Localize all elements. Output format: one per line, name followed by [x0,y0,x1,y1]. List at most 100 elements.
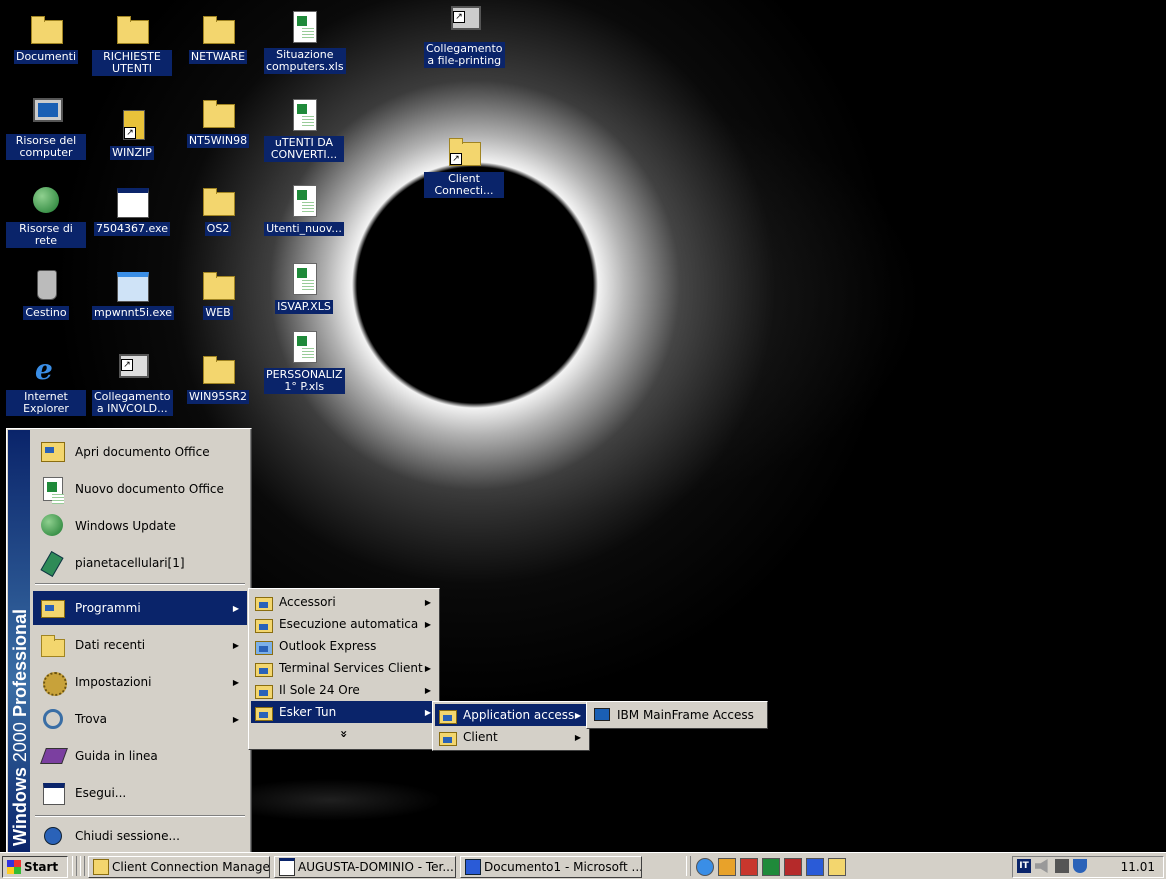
submenu-item-esecuzione-automatica[interactable]: Esecuzione automatica ▶ [251,613,437,635]
desktop-icon-perssonaliz[interactable]: PERSSONALIZ 1° P.xls [264,330,345,394]
submenu-item-client[interactable]: Client ▶ [435,726,587,748]
submenu-item-ibm-mainframe-access[interactable]: IBM MainFrame Access [589,704,765,726]
windows-update-icon [41,514,65,538]
recycle-bin-icon [37,270,57,300]
desktop-icon-collegamento-invcold[interactable]: Collegamento a INVCOLD... [92,352,173,416]
desktop-icon-cestino[interactable]: Cestino [6,268,86,320]
desktop-icon-documenti[interactable]: Documenti [6,12,86,64]
folder-icon [203,188,235,216]
language-indicator[interactable]: IT [1017,859,1031,873]
menu-item-windows-update[interactable]: Windows Update [33,509,247,543]
word-icon[interactable] [806,858,824,876]
network-shortcut-icon [119,354,149,378]
menu-item-chiudi-sessione[interactable]: Chiudi sessione... [33,819,247,853]
speaker-icon[interactable] [1035,859,1048,873]
submenu-arrow-icon: ▶ [424,685,431,695]
program-group-icon [439,729,457,746]
menu-separator [35,815,245,817]
desktop-icon-winzip[interactable]: WINZIP [92,108,172,160]
desktop-icon-win95sr2[interactable]: WIN95SR2 [178,352,258,404]
desktop-icon-internet-explorer[interactable]: e Internet Explorer [6,352,86,416]
internet-explorer-icon: e [35,353,53,386]
menu-item-pianetacellulari[interactable]: pianetacellulari[1] [33,546,247,580]
menu-item-programmi[interactable]: Programmi ▶ [33,591,247,625]
submenu-item-il-sole-24-ore[interactable]: Il Sole 24 Ore ▶ [251,679,437,701]
task-documento1[interactable]: Documento1 - Microsoft ... [460,856,642,878]
submenu-arrow-icon: ▶ [424,707,431,717]
submenu-arrow-icon: ▶ [424,663,431,673]
submenu-item-application-access[interactable]: Application access ▶ [435,704,587,726]
application-icon [117,188,149,218]
submenu-arrow-icon: ▶ [424,597,431,607]
powerpoint-icon[interactable] [740,858,758,876]
folder-icon [203,272,235,300]
quicklaunch-grip[interactable] [686,856,691,876]
mobile-phone-icon [40,550,65,578]
desktop-icon-mpwnnt5i-exe[interactable]: mpwnnt5i.exe [92,268,174,320]
desktop-icon-utenti-nuov[interactable]: Utenti_nuov... [264,184,344,236]
desktop-icon-netware[interactable]: NETWARE [178,12,258,64]
excel-file-icon [293,331,317,363]
show-desktop-icon[interactable] [828,858,846,876]
taskbar-grip[interactable] [80,856,85,876]
excel-icon[interactable] [762,858,780,876]
start-menu: Windows 2000 Professional Apri documento… [6,428,252,854]
program-group-icon [255,682,273,699]
menu-item-impostazioni[interactable]: Impostazioni ▶ [33,665,247,699]
setup-icon [117,272,149,302]
excel-file-icon [293,263,317,295]
start-button[interactable]: Start [2,856,68,878]
internet-explorer-icon[interactable] [696,858,714,876]
desktop-icon-risorse-computer[interactable]: Risorse del computer [6,96,86,160]
submenu-item-outlook-express[interactable]: Outlook Express [251,635,437,657]
menu-item-dati-recenti[interactable]: Dati recenti ▶ [33,628,247,662]
submenu-item-esker-tun[interactable]: Esker Tun ▶ [251,701,437,723]
menu-item-nuovo-documento-office[interactable]: Nuovo documento Office [33,472,247,506]
outlook-icon[interactable] [718,858,736,876]
application-access-submenu: IBM MainFrame Access [586,701,768,729]
desktop-icon-isvap[interactable]: ISVAP.XLS [264,262,344,314]
menu-item-esegui[interactable]: Esegui... [33,776,247,810]
submenu-expand-more[interactable]: » [251,723,437,745]
desktop-icon-nt5win98[interactable]: NT5WIN98 [178,96,258,148]
submenu-arrow-icon: ▶ [232,603,239,613]
network-icon[interactable] [1055,859,1069,873]
desktop-icon-risorse-rete[interactable]: Risorse di rete [6,184,86,248]
submenu-arrow-icon: ▶ [574,732,581,742]
program-group-icon [255,704,273,721]
excel-file-icon [293,11,317,43]
computer-icon [33,98,63,122]
program-group-icon [439,707,457,724]
chevron-down-icon: » [336,730,351,738]
desktop-icon-os2[interactable]: OS2 [178,184,258,236]
program-group-icon [255,660,273,677]
desktop-icon-richieste-utenti[interactable]: RICHIESTE UTENTI [92,12,172,76]
desktop-icon-7504367-exe[interactable]: 7504367.exe [92,184,172,236]
submenu-item-accessori[interactable]: Accessori ▶ [251,591,437,613]
desktop-icon-collegamento-file-printing[interactable]: Collegamento a file-printing [424,4,505,68]
task-client-connection-manager[interactable]: Client Connection Manager [88,856,270,878]
menu-item-apri-documento-office[interactable]: Apri documento Office [33,435,247,469]
desktop-icon-utenti-da-converti[interactable]: uTENTI DA CONVERTI... [264,98,344,162]
clock[interactable]: 11.01 [1121,860,1155,874]
folder-icon [31,16,63,44]
mainframe-terminal-icon [593,707,610,723]
open-office-document-icon [41,440,65,464]
menu-item-guida-in-linea[interactable]: Guida in linea [33,739,247,773]
windows-logo-icon [7,860,21,874]
task-augusta-dominio[interactable]: AUGUSTA-DOMINIO - Ter... [274,856,456,878]
desktop-icon-client-connection[interactable]: Client Connecti... [424,134,504,198]
system-tray: IT 11.01 [1012,856,1164,878]
desktop-icon-situazione-computers[interactable]: Situazione computers.xls [264,10,346,74]
taskbar-grip[interactable] [72,856,77,876]
program-group-icon [255,616,273,633]
access-icon[interactable] [784,858,802,876]
folder-icon [117,16,149,44]
desktop-icon-web[interactable]: WEB [178,268,258,320]
start-menu-banner: Windows 2000 Professional [8,430,30,852]
menu-item-trova[interactable]: Trova ▶ [33,702,247,736]
taskbar: Start Client Connection Manager AUGUSTA-… [0,852,1166,879]
antivirus-shield-icon[interactable] [1073,859,1087,873]
submenu-item-terminal-services-client[interactable]: Terminal Services Client ▶ [251,657,437,679]
program-group-icon [255,594,273,611]
